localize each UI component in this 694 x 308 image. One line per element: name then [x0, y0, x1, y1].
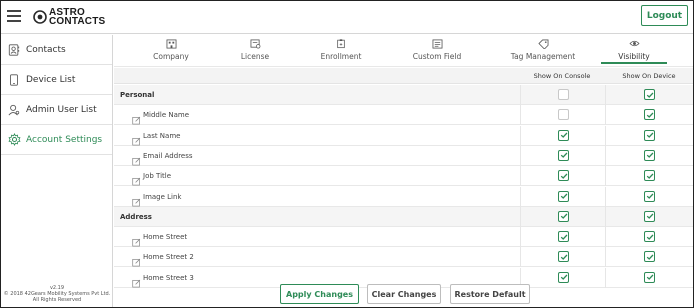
- tab-label: Custom Field: [412, 52, 462, 61]
- row-label: Home Street 2: [143, 253, 194, 262]
- row-label: Email Address: [143, 151, 193, 160]
- logo-mark-icon: [33, 10, 47, 24]
- tab-label: Visibility: [618, 52, 650, 61]
- logout-button[interactable]: Logout: [641, 5, 688, 26]
- section-row: Address: [114, 206, 693, 227]
- action-footer: Apply Changes Clear Changes Restore Defa…: [114, 281, 693, 307]
- row-label: Address: [120, 212, 152, 221]
- enrollment-icon: [335, 38, 347, 49]
- show-on-console-checkbox[interactable]: [558, 251, 569, 263]
- column-header-device: Show On Device: [622, 72, 676, 80]
- active-tab-indicator: [601, 62, 667, 64]
- visibility-table: Show On Console Show On Device Personal M…: [114, 68, 693, 307]
- table-row: Home Street: [114, 227, 693, 248]
- show-on-console-checkbox[interactable]: [558, 210, 569, 222]
- tab-label: Enrollment: [320, 52, 362, 61]
- admin-user-icon: [7, 103, 21, 117]
- show-on-device-checkbox[interactable]: [644, 170, 655, 182]
- tab-tag-management[interactable]: Tag Management: [511, 38, 575, 66]
- show-on-console-checkbox[interactable]: [558, 190, 569, 202]
- apply-changes-button[interactable]: Apply Changes: [280, 284, 359, 304]
- row-label: Personal: [120, 91, 155, 99]
- sidebar-item-label: Admin User List: [26, 104, 97, 115]
- row-label: Middle Name: [143, 111, 189, 120]
- row-label: Last Name: [143, 131, 181, 140]
- row-label: Home Street: [143, 233, 188, 242]
- sidebar-item-contacts[interactable]: Contacts: [1, 35, 112, 65]
- show-on-device-checkbox[interactable]: [644, 89, 655, 100]
- device-icon: [7, 73, 21, 87]
- table-row: Middle Name: [114, 105, 693, 126]
- edit-icon[interactable]: [132, 171, 141, 186]
- show-on-console-checkbox[interactable]: [558, 170, 569, 182]
- gear-icon: [7, 133, 21, 147]
- contacts-icon: [7, 43, 21, 57]
- edit-icon[interactable]: [132, 232, 141, 247]
- show-on-console-checkbox[interactable]: [558, 149, 569, 161]
- custom-field-icon: [431, 38, 443, 49]
- app-window: ASTRO CONTACTS Logout Contacts Device Li…: [0, 0, 694, 308]
- column-header-console: Show On Console: [533, 72, 591, 80]
- edit-icon[interactable]: [132, 151, 141, 166]
- tab-company[interactable]: Company: [152, 38, 190, 66]
- show-on-device-checkbox[interactable]: [644, 210, 655, 222]
- version-info: v2.19 © 2018 42Gears Mobility Systems Pv…: [1, 285, 113, 303]
- license-icon: [249, 38, 261, 49]
- table-row: Home Street 2: [114, 247, 693, 268]
- tab-label: Company: [153, 52, 189, 61]
- sidebar-item-label: Device List: [26, 74, 76, 85]
- show-on-console-checkbox[interactable]: [558, 129, 569, 141]
- hamburger-menu-icon[interactable]: [7, 10, 21, 22]
- tab-label: License: [240, 52, 270, 61]
- brand-name: ASTRO CONTACTS: [49, 8, 106, 27]
- brand-line-2: CONTACTS: [49, 16, 106, 27]
- show-on-device-checkbox[interactable]: [644, 109, 655, 121]
- settings-tabs: Company License Enrollment Custom Field: [114, 35, 693, 67]
- table-row: Last Name: [114, 125, 693, 146]
- show-on-device-checkbox[interactable]: [644, 231, 655, 243]
- restore-default-button[interactable]: Restore Default: [450, 284, 530, 304]
- top-header: ASTRO CONTACTS Logout: [1, 1, 693, 34]
- brand-logo: ASTRO CONTACTS: [33, 7, 105, 27]
- section-row: Personal: [114, 85, 693, 105]
- sidebar-item-label: Account Settings: [26, 134, 103, 145]
- main-content: Company License Enrollment Custom Field: [114, 35, 693, 307]
- row-label: Image Link: [143, 192, 182, 201]
- rights-text: All Rights Reserved: [32, 297, 82, 303]
- show-on-console-checkbox[interactable]: [558, 109, 569, 121]
- tab-license[interactable]: License: [238, 38, 272, 66]
- tab-custom-field[interactable]: Custom Field: [411, 38, 463, 66]
- edit-icon[interactable]: [132, 110, 141, 125]
- clear-changes-button[interactable]: Clear Changes: [367, 284, 441, 304]
- tab-label: Tag Management: [510, 52, 576, 61]
- sidebar-item-device-list[interactable]: Device List: [1, 65, 112, 95]
- show-on-console-checkbox[interactable]: [558, 89, 569, 100]
- sidebar: Contacts Device List Admin User List Acc…: [1, 35, 113, 307]
- show-on-device-checkbox[interactable]: [644, 251, 655, 263]
- sidebar-item-account-settings[interactable]: Account Settings: [1, 125, 112, 155]
- tab-enrollment[interactable]: Enrollment: [320, 38, 362, 66]
- edit-icon[interactable]: [132, 192, 141, 206]
- table-header: Show On Console Show On Device: [114, 68, 693, 84]
- show-on-console-checkbox[interactable]: [558, 231, 569, 243]
- table-row: Email Address: [114, 145, 693, 166]
- show-on-device-checkbox[interactable]: [644, 129, 655, 141]
- edit-icon[interactable]: [132, 131, 141, 146]
- table-row: Job Title: [114, 166, 693, 187]
- show-on-device-checkbox[interactable]: [644, 149, 655, 161]
- row-label: Job Title: [143, 172, 172, 181]
- eye-icon: [628, 38, 640, 49]
- tag-icon: [537, 38, 549, 49]
- sidebar-item-label: Contacts: [26, 44, 66, 55]
- table-row: Image Link: [114, 186, 693, 207]
- company-icon: [165, 38, 177, 49]
- show-on-device-checkbox[interactable]: [644, 190, 655, 202]
- sidebar-item-admin-user-list[interactable]: Admin User List: [1, 95, 112, 125]
- edit-icon[interactable]: [132, 252, 141, 267]
